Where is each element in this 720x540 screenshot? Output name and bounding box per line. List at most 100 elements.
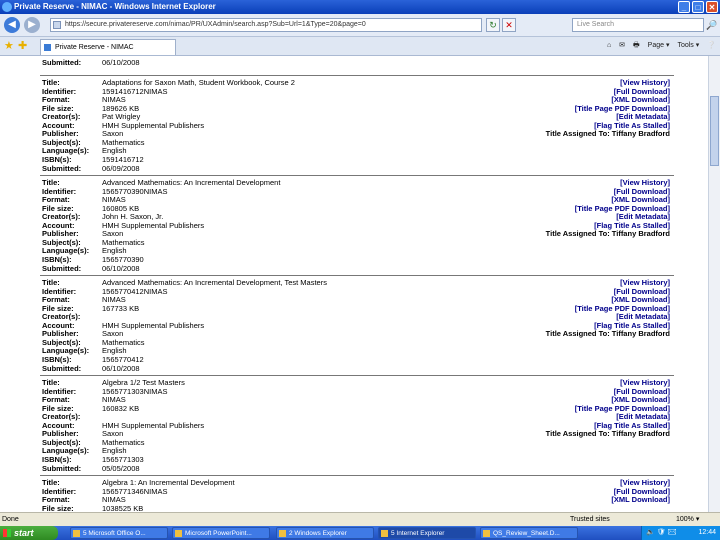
xml-download-link[interactable]: [XML Download] — [611, 196, 670, 204]
home-icon[interactable]: ⌂ — [607, 40, 611, 52]
taskbar-button[interactable]: 5 Internet Explorer — [378, 527, 476, 539]
windows-logo-icon — [3, 529, 11, 537]
record-divider — [40, 375, 674, 376]
metadata-row: File size: 160832 KB — [42, 404, 642, 413]
taskbar: start 5 Microsoft Office O... Microsoft P… — [0, 526, 720, 540]
metadata-row: Subject(s): Mathematics — [42, 438, 642, 447]
metadata-label: Creator(s): — [42, 112, 81, 122]
view-history-link[interactable]: [View History] — [620, 379, 670, 387]
minimize-button[interactable]: _ — [678, 1, 690, 13]
metadata-row: Title: Algebra 1/2 Test Masters — [42, 379, 642, 387]
xml-download-link[interactable]: [XML Download] — [611, 96, 670, 104]
metadata-label: ISBN(s): — [42, 154, 72, 164]
metadata-value: NIMAS — [102, 295, 126, 305]
view-history-link[interactable]: [View History] — [620, 279, 670, 287]
xml-download-link[interactable]: [XML Download] — [611, 296, 670, 304]
metadata-label: Format: — [42, 395, 70, 405]
search-icon[interactable]: 🔎 — [706, 18, 718, 32]
metadata-label: ISBN(s): — [42, 254, 72, 264]
help-icon[interactable]: ❔ — [707, 40, 716, 52]
metadata-row: Identifier: 1565770412NIMAS — [42, 287, 642, 296]
window-title: Private Reserve - NIMAC - Windows Intern… — [14, 2, 216, 11]
vertical-scrollbar[interactable] — [708, 56, 720, 512]
page-content: Submitted: 06/10/2008 Title: Adaptations fo… — [0, 56, 708, 512]
metadata-value: 06/09/2008 — [102, 163, 140, 173]
metadata-row: Submitted: 06/10/2008 — [42, 264, 642, 273]
start-button[interactable]: start — [0, 526, 58, 540]
view-history-link[interactable]: [View History] — [620, 79, 670, 87]
add-favorites-icon[interactable]: ✚ — [18, 40, 27, 52]
zoom-level[interactable]: 100% ▾ — [676, 513, 699, 527]
print-icon[interactable]: 🖶 — [633, 40, 640, 52]
window-controls: _ □ ✕ — [678, 1, 718, 13]
view-history-link[interactable]: [View History] — [620, 479, 670, 487]
metadata-value: Advanced Mathematics: An Incremental Dev… — [102, 178, 281, 187]
metadata-label: Title: — [42, 78, 60, 87]
edit-metadata-link[interactable]: [Edit Metadata] — [616, 413, 670, 421]
back-button[interactable]: ◀ — [4, 17, 20, 33]
xml-download-link[interactable]: [XML Download] — [611, 396, 670, 404]
tab-bar: ★ ✚ Private Reserve - NIMAC ⌂ ✉ 🖶 Page ▾… — [0, 37, 720, 56]
metadata-row: Submitted: 06/10/2008 — [42, 363, 642, 373]
command-bar: ⌂ ✉ 🖶 Page ▾ Tools ▾ ❔ — [607, 40, 716, 52]
metadata-label: Format: — [42, 95, 70, 105]
metadata-value: Advanced Mathematics: An Incremental Dev… — [102, 278, 327, 287]
tools-menu[interactable]: Tools ▾ — [677, 40, 699, 52]
taskbar-button[interactable]: 5 Microsoft Office O... — [70, 527, 168, 539]
tray-icons[interactable]: 🔈🛡✉ — [646, 526, 679, 540]
metadata-row: Format: NIMAS — [42, 496, 642, 504]
metadata-label: ISBN(s): — [42, 354, 72, 364]
metadata-value: 1565770390 — [102, 254, 144, 264]
metadata-value: 1038525 KB — [102, 503, 144, 512]
taskbar-button-label: 5 Microsoft Office O... — [83, 530, 146, 537]
search-input[interactable]: Live Search — [572, 18, 704, 32]
edit-metadata-link[interactable]: [Edit Metadata] — [616, 113, 670, 121]
metadata-value: 1565770412 — [102, 354, 144, 364]
view-history-link[interactable]: [View History] — [620, 179, 670, 187]
metadata-label: Submitted: — [42, 163, 82, 173]
record-divider — [40, 175, 674, 176]
taskbar-button[interactable]: QS_Review_Sheet.D... — [480, 527, 578, 539]
taskbar-button[interactable]: 2 Windows Explorer — [276, 527, 374, 539]
taskbar-button[interactable]: Microsoft PowerPoint... — [172, 527, 270, 539]
metadata-row: Format: NIMAS — [42, 96, 642, 104]
refresh-button[interactable]: ↻ — [486, 18, 500, 32]
metadata-row: Identifier: 1565771303NIMAS — [42, 387, 642, 396]
taskbar-button-label: QS_Review_Sheet.D... — [493, 530, 560, 537]
page-menu[interactable]: Page ▾ — [648, 40, 670, 52]
metadata-row: ISBN(s): 1565770412 — [42, 354, 642, 364]
clock: 12:44 — [698, 529, 716, 536]
metadata-row: Creator(s): — [42, 413, 642, 421]
taskbar-button-label: 5 Internet Explorer — [391, 530, 445, 537]
metadata-row: Identifier: 1565770390NIMAS — [42, 187, 642, 196]
edit-metadata-link[interactable]: [Edit Metadata] — [616, 313, 670, 321]
window-title-bar[interactable]: Private Reserve - NIMAC - Windows Intern… — [0, 0, 720, 14]
assigned-to-label: Title Assigned To: Tiffany Bradford — [545, 229, 670, 239]
metadata-label: Submitted: — [42, 363, 82, 373]
favorites-star-icon[interactable]: ★ — [4, 40, 14, 52]
forward-button[interactable]: ▶ — [24, 17, 40, 33]
assigned-to-label: Title Assigned To: Tiffany Bradford — [545, 429, 670, 439]
metadata-row: Title: Algebra 1: An Incremental Developm… — [42, 479, 642, 487]
tab-label: Private Reserve - NIMAC — [55, 44, 134, 51]
xml-download-link[interactable]: [XML Download] — [611, 496, 670, 504]
metadata-row: Subject(s): Mathematics — [42, 338, 642, 347]
close-button[interactable]: ✕ — [706, 1, 718, 13]
tab-private-reserve[interactable]: Private Reserve - NIMAC — [40, 39, 176, 55]
stop-button[interactable]: ✕ — [502, 18, 516, 32]
metadata-row: Submitted: 06/09/2008 — [42, 163, 642, 173]
url-text: https://secure.privatereserve.com/nimac/… — [65, 21, 366, 28]
metadata-value: John H. Saxon, Jr. — [102, 212, 164, 222]
internet-explorer-icon — [2, 2, 12, 12]
record-divider — [40, 475, 674, 476]
address-input[interactable]: https://secure.privatereserve.com/nimac/… — [50, 18, 482, 32]
metadata-label: Title: — [42, 478, 60, 487]
maximize-button[interactable]: □ — [692, 1, 704, 13]
edit-metadata-link[interactable]: [Edit Metadata] — [616, 213, 670, 221]
metadata-label: Format: — [42, 195, 70, 205]
metadata-row: Creator(s): John H. Saxon, Jr. — [42, 213, 642, 221]
metadata-label: Submitted: — [42, 463, 82, 473]
scrollbar-thumb[interactable] — [710, 96, 719, 166]
feeds-icon[interactable]: ✉ — [619, 40, 625, 52]
metadata-row: Title: Advanced Mathematics: An Increment… — [42, 179, 642, 187]
